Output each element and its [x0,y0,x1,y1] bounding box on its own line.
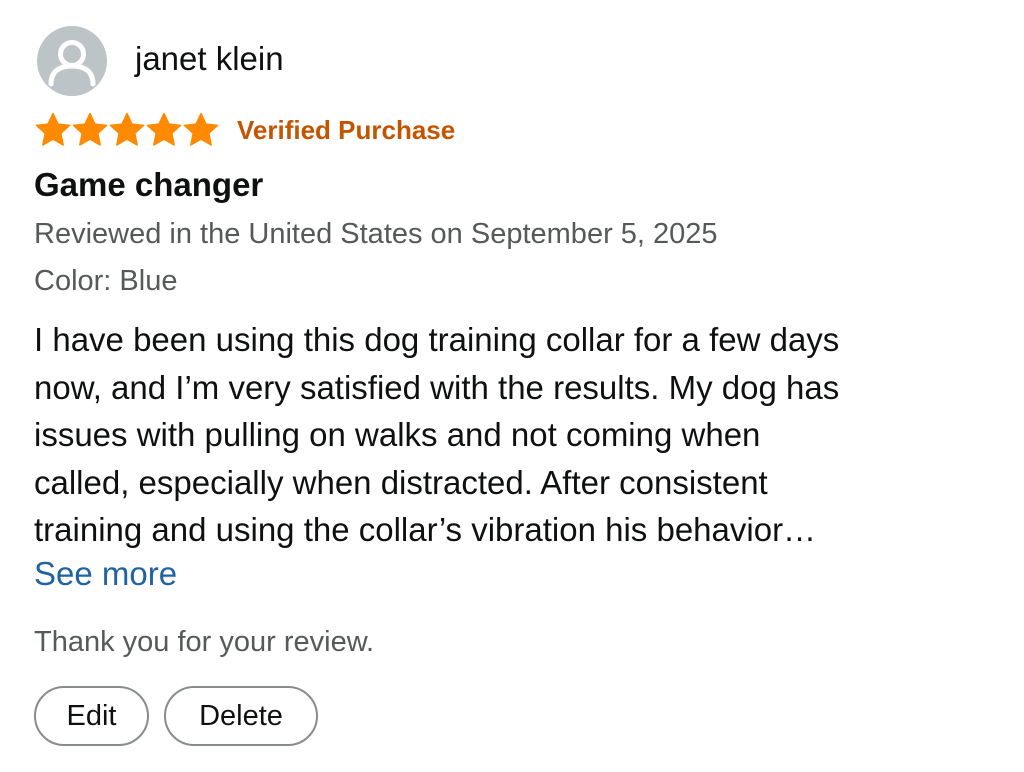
review-title: Game changer [34,166,264,203]
star-icon [183,112,219,146]
review-body-line: issues with pulling on walks and not com… [34,416,761,453]
star-icon [109,112,145,146]
review-body-line: I have been using this dog training coll… [34,321,840,358]
review-body-line: training and using the collar’s vibratio… [34,511,817,548]
delete-button[interactable]: Delete [164,686,318,746]
verified-purchase-badge: Verified Purchase [237,114,456,145]
review-body-line: called, especially when distracted. Afte… [34,463,768,501]
thank-you-message: Thank you for your review. [34,626,375,658]
product-variant: Color: Blue [34,265,178,297]
star-icon [146,112,182,146]
star-icon [35,112,71,146]
star-icon [72,112,108,146]
edit-button[interactable]: Edit [34,686,149,746]
review-body: I have been using this dog training coll… [34,316,1009,554]
reviewer-name[interactable]: janet klein [135,40,284,78]
see-more-link[interactable]: See more [34,555,177,593]
reviewer-profile[interactable]: janet klein [37,26,284,96]
review-card: janet klein Verified Purchase Game chang… [0,0,1024,772]
review-date: Reviewed in the United States on Septemb… [34,218,718,250]
review-actions: Edit Delete [34,686,318,746]
review-body-line: now, and I’m very satisfied with the res… [34,368,840,406]
default-user-avatar-icon [37,26,107,96]
rating-row: Verified Purchase [34,111,455,149]
star-rating [34,111,219,149]
